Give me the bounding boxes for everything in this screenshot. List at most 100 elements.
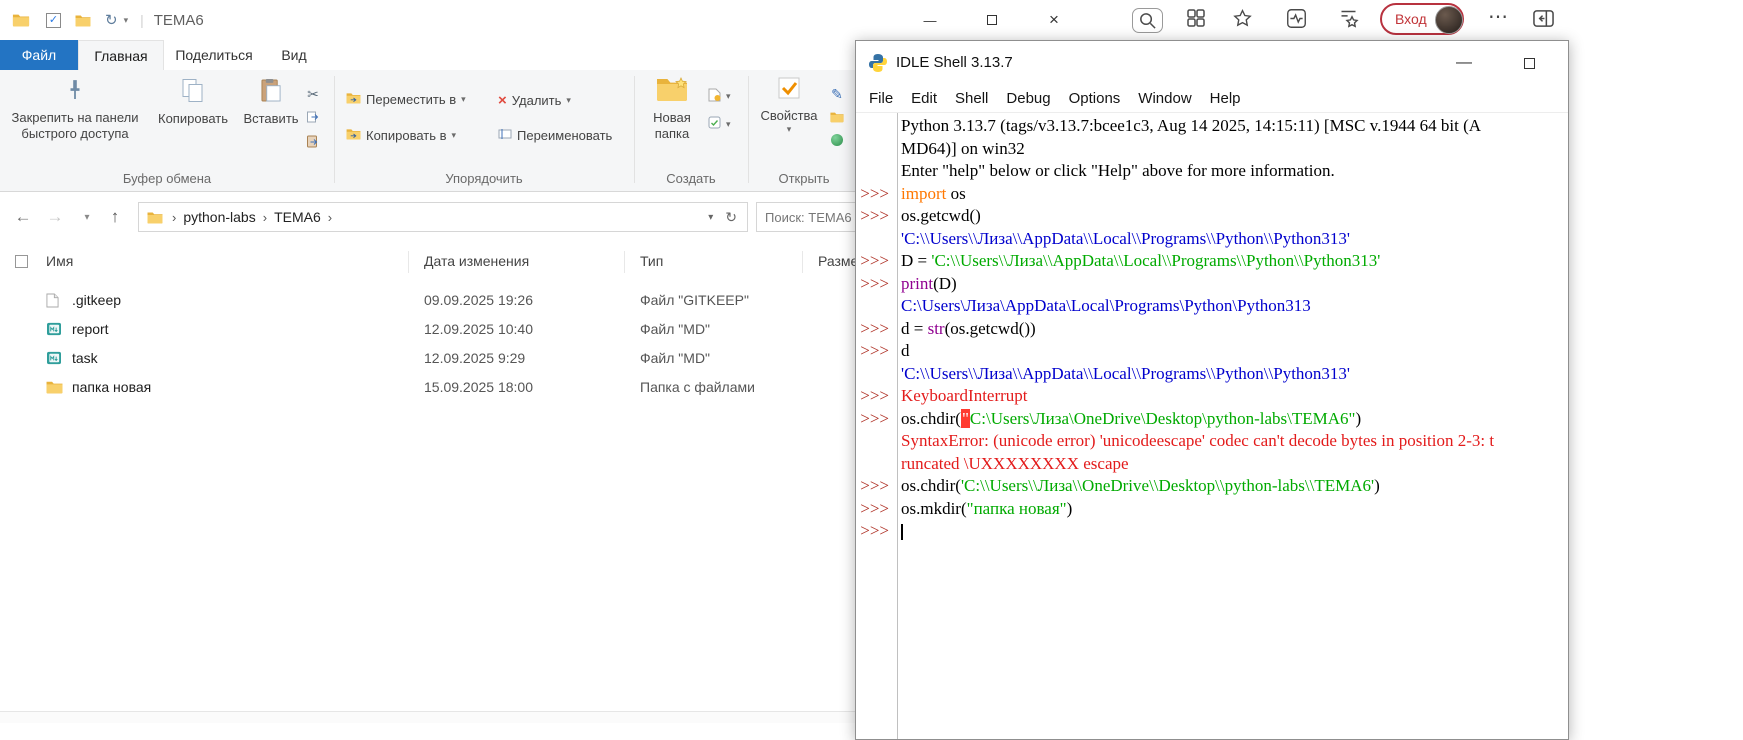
- new-item-icon: [708, 88, 721, 105]
- cut-icon[interactable]: ✂: [307, 86, 319, 103]
- shell-line-text: MD64)] on win32: [894, 138, 1568, 161]
- search-icon[interactable]: [1132, 8, 1163, 33]
- minimize-button[interactable]: —: [899, 0, 961, 40]
- idle-titlebar[interactable]: IDLE Shell 3.13.7 —: [856, 41, 1568, 85]
- tab-view[interactable]: Вид: [264, 40, 324, 70]
- breadcrumb-python-labs[interactable]: python-labs: [179, 209, 259, 225]
- profile-avatar[interactable]: [1435, 6, 1463, 34]
- back-button[interactable]: ←: [10, 192, 36, 242]
- history-icon[interactable]: [831, 134, 843, 146]
- favorites-star-icon[interactable]: [1232, 8, 1253, 29]
- shell-line-text: d = str(os.getcwd()): [894, 318, 1568, 341]
- rename-button[interactable]: Переименовать: [498, 128, 612, 143]
- new-folder-button[interactable]: Новая папка: [640, 76, 704, 142]
- copy-to-icon: [346, 128, 361, 143]
- group-label-new: Создать: [634, 171, 748, 186]
- idle-shell-text[interactable]: Python 3.13.7 (tags/v3.13.7:bcee1c3, Aug…: [856, 113, 1568, 739]
- sidebar-panel-icon[interactable]: [1532, 8, 1555, 29]
- tab-home[interactable]: Главная: [78, 40, 164, 70]
- idle-menu-window[interactable]: Window: [1129, 90, 1200, 107]
- shell-gutter: [856, 138, 894, 161]
- shell-gutter: [856, 430, 894, 453]
- column-separator[interactable]: [624, 251, 625, 273]
- shell-prompt: >>>: [856, 498, 894, 521]
- shell-line-text: [894, 520, 1568, 543]
- qat-folder-icon[interactable]: [75, 14, 91, 27]
- login-button[interactable]: Вход: [1380, 3, 1464, 35]
- file-icon: [46, 293, 59, 308]
- edit-icon[interactable]: ✎: [831, 86, 843, 103]
- folder-icon: [46, 380, 63, 394]
- shell-line-text: Enter "help" below or click "Help" above…: [894, 160, 1568, 183]
- idle-menu-debug[interactable]: Debug: [997, 90, 1059, 107]
- shell-prompt: >>>: [856, 183, 894, 206]
- copy-button[interactable]: Копировать: [150, 78, 236, 127]
- maximize-button[interactable]: [961, 0, 1023, 40]
- qat-customize-chevron-icon[interactable]: ▾: [124, 15, 129, 26]
- idle-menu-options[interactable]: Options: [1060, 90, 1130, 107]
- qat-checkbox-icon[interactable]: ✓: [46, 13, 61, 28]
- idle-menu-edit[interactable]: Edit: [902, 90, 946, 107]
- column-header-type[interactable]: Тип: [640, 253, 663, 269]
- delete-button[interactable]: × Удалить ▾: [498, 92, 571, 109]
- shell-gutter: [856, 295, 894, 318]
- new-item-chevron-icon: ▾: [726, 91, 731, 102]
- move-to-button[interactable]: Переместить в ▾: [346, 92, 466, 107]
- properties-chevron-icon: ▾: [754, 124, 824, 135]
- copy-to-button[interactable]: Копировать в ▾: [346, 128, 456, 143]
- shell-line-text: print(D): [894, 273, 1568, 296]
- pin-to-quick-access-button[interactable]: Закрепить на панели быстрого доступа: [4, 78, 146, 142]
- close-button[interactable]: ×: [1023, 0, 1085, 40]
- login-label: Вход: [1395, 11, 1427, 27]
- idle-menu-file[interactable]: File: [860, 90, 902, 107]
- breadcrumb-chevron-icon[interactable]: ›: [325, 210, 335, 225]
- new-item-button[interactable]: ▾: [708, 88, 731, 105]
- copy-path-icon[interactable]: [306, 111, 320, 127]
- refresh-icon[interactable]: ↻: [725, 209, 737, 226]
- recent-locations-chevron-icon[interactable]: ▾: [74, 192, 100, 242]
- shell-line: >>>d = str(os.getcwd()): [856, 318, 1568, 341]
- properties-label: Свойства: [754, 108, 824, 124]
- paste-button[interactable]: Вставить: [240, 78, 302, 127]
- group-label-organize: Упорядочить: [334, 171, 634, 186]
- maximize-icon: [987, 15, 997, 25]
- column-header-name[interactable]: Имя: [46, 253, 73, 269]
- column-separator[interactable]: [408, 251, 409, 273]
- shell-line: runcated \UXXXXXXXX escape: [856, 453, 1568, 476]
- shell-line-text: 'C:\\Users\\Лиза\\AppData\\Local\\Progra…: [894, 228, 1568, 251]
- properties-button[interactable]: Свойства ▾: [754, 76, 824, 135]
- up-button[interactable]: ↑: [102, 192, 128, 242]
- shell-line: Enter "help" below or click "Help" above…: [856, 160, 1568, 183]
- tab-file[interactable]: Файл: [0, 40, 78, 70]
- shell-line: 'C:\\Users\\Лиза\\AppData\\Local\\Progra…: [856, 363, 1568, 386]
- open-icon[interactable]: [830, 111, 844, 126]
- shell-prompt: >>>: [856, 385, 894, 408]
- paste-icon: [240, 78, 302, 106]
- column-header-date[interactable]: Дата изменения: [424, 253, 529, 269]
- shell-line: >>>os.chdir('C:\\Users\\Лиза\\OneDrive\\…: [856, 475, 1568, 498]
- apps-grid-icon[interactable]: [1186, 8, 1206, 28]
- md-file-icon: [46, 322, 62, 336]
- forward-button[interactable]: →: [42, 192, 68, 242]
- shell-line: >>>os.mkdir("папка новая"): [856, 498, 1568, 521]
- column-separator[interactable]: [802, 251, 803, 273]
- breadcrumb-tema6[interactable]: TEMA6: [270, 209, 325, 225]
- shell-gutter: [856, 160, 894, 183]
- shell-line: 'C:\\Users\\Лиза\\AppData\\Local\\Progra…: [856, 228, 1568, 251]
- address-bar[interactable]: › python-labs › TEMA6 › ▾ ↻: [138, 202, 748, 232]
- address-dropdown-chevron-icon[interactable]: ▾: [708, 212, 713, 223]
- easy-access-button[interactable]: ▾: [708, 116, 731, 132]
- tab-share[interactable]: Поделиться: [164, 40, 264, 70]
- breadcrumb-chevron-icon[interactable]: ›: [260, 210, 270, 225]
- idle-menu-shell[interactable]: Shell: [946, 90, 997, 107]
- collections-icon[interactable]: [1338, 8, 1359, 29]
- browser-essentials-icon[interactable]: [1286, 8, 1307, 29]
- idle-minimize-button[interactable]: —: [1441, 41, 1487, 85]
- idle-menu-help[interactable]: Help: [1201, 90, 1250, 107]
- paste-shortcut-icon[interactable]: [306, 135, 320, 151]
- easy-access-icon: [708, 116, 721, 132]
- more-menu-icon[interactable]: ⋯: [1488, 4, 1508, 29]
- idle-maximize-button[interactable]: [1506, 41, 1552, 85]
- qat-redo-icon[interactable]: ↻: [105, 11, 118, 29]
- select-all-checkbox[interactable]: [15, 255, 28, 268]
